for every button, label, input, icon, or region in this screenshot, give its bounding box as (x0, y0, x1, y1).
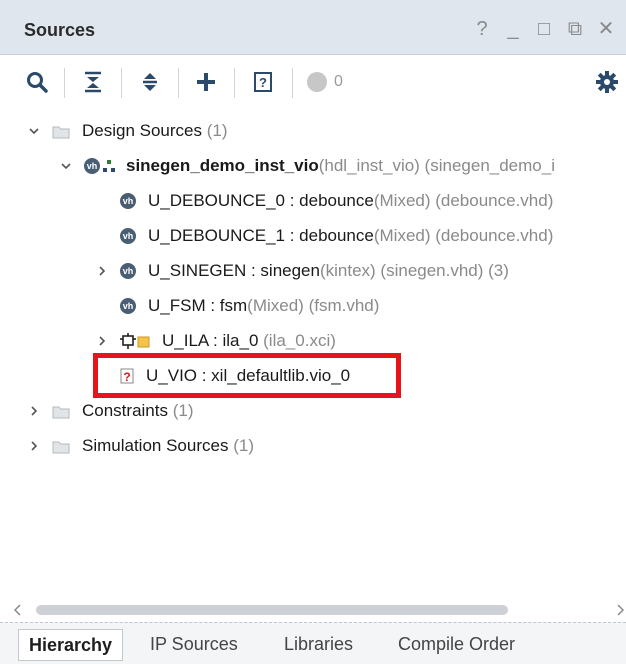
tree-item-fsm[interactable]: vh U_FSM : fsm (Mixed) (fsm.vhd) (120, 289, 379, 323)
toolbar-separator (121, 68, 122, 98)
tab-hierarchy[interactable]: Hierarchy (18, 629, 124, 661)
chevron-right-icon[interactable] (94, 333, 110, 349)
ip-core-icon (120, 333, 152, 349)
instance-label: U_FSM : fsm (148, 296, 248, 315)
tab-compile-order[interactable]: Compile Order (388, 629, 525, 659)
window-controls: ? _ □ ⧉ ✕ (472, 18, 616, 40)
svg-text:?: ? (259, 75, 267, 90)
toolbar-separator (64, 68, 65, 98)
toolbar-separator (234, 68, 235, 98)
tab-libraries[interactable]: Libraries (274, 629, 363, 659)
hierarchy-update-icon[interactable]: ? (248, 67, 278, 97)
chevron-down-icon[interactable] (58, 158, 74, 174)
search-icon[interactable] (22, 67, 52, 97)
tree-item-sinegen[interactable]: vh U_SINEGEN : sinegen (kintex) (sinegen.… (94, 254, 509, 288)
float-button[interactable]: ⧉ (565, 18, 585, 40)
scroll-right-icon[interactable] (616, 604, 624, 616)
instance-meta: (ila_0.xci) (263, 331, 336, 350)
instance-meta: (kintex) (sinegen.vhd) (3) (319, 261, 509, 280)
tree-item-label: Constraints (82, 401, 168, 420)
vhdl-file-icon: vh (84, 158, 100, 174)
tree-item-label: Simulation Sources (82, 436, 229, 455)
tree-item-debounce-0[interactable]: vh U_DEBOUNCE_0 : debounce (Mixed) (debou… (120, 184, 553, 218)
folder-icon (52, 439, 70, 454)
settings-gear-icon[interactable] (592, 67, 622, 97)
tree-item-top-module[interactable]: vh sinegen_demo_inst_vio (hdl_inst_vio) (… (58, 149, 555, 183)
folder-icon (52, 124, 70, 139)
tree-item-count: (1) (206, 121, 228, 140)
module-meta: (hdl_inst_vio) (sinegen_demo_i (318, 156, 555, 175)
chevron-right-icon[interactable] (94, 263, 110, 279)
help-button[interactable]: ? (472, 18, 492, 40)
tree-item-simulation-sources[interactable]: Simulation Sources (1) (26, 429, 254, 463)
minimize-button[interactable]: _ (503, 18, 523, 40)
top-module-icon (102, 159, 116, 173)
instance-label: U_DEBOUNCE_1 : debounce (148, 226, 374, 245)
vhdl-file-icon: vh (120, 193, 136, 209)
vhdl-file-icon: vh (120, 263, 136, 279)
close-button[interactable]: ✕ (596, 18, 616, 40)
instance-meta: (Mixed) (debounce.vhd) (373, 191, 554, 210)
collapse-all-icon[interactable] (78, 67, 108, 97)
expand-all-icon[interactable] (135, 67, 165, 97)
folder-icon (52, 404, 70, 419)
horizontal-scrollbar[interactable] (0, 600, 626, 618)
panel-titlebar: Sources ? _ □ ⧉ ✕ (0, 0, 626, 55)
chevron-right-icon[interactable] (26, 403, 42, 419)
vhdl-file-icon: vh (120, 298, 136, 314)
chevron-down-icon[interactable] (26, 123, 42, 139)
highlight-box (93, 353, 401, 398)
tree-item-debounce-1[interactable]: vh U_DEBOUNCE_1 : debounce (Mixed) (debou… (120, 219, 553, 253)
toolbar-separator (292, 68, 293, 98)
status-circle-icon (307, 72, 327, 92)
tree-item-constraints[interactable]: Constraints (1) (26, 394, 194, 428)
tree-item-count: (1) (233, 436, 254, 455)
vhdl-file-icon: vh (120, 228, 136, 244)
instance-label: U_ILA : ila_0 (162, 331, 259, 350)
panel-title: Sources (24, 20, 96, 40)
instance-meta: (Mixed) (fsm.vhd) (247, 296, 380, 315)
instance-label: U_SINEGEN : sinegen (148, 261, 320, 280)
bottom-tab-bar: Hierarchy IP Sources Libraries Compile O… (0, 622, 626, 664)
tree-item-count: (1) (172, 401, 194, 420)
status-count: 0 (334, 73, 343, 90)
module-name: sinegen_demo_inst_vio (126, 156, 319, 175)
tree-item-label: Design Sources (82, 121, 203, 140)
instance-label: U_DEBOUNCE_0 : debounce (148, 191, 374, 210)
scroll-left-icon[interactable] (14, 604, 22, 616)
scrollbar-thumb[interactable] (36, 605, 508, 615)
toolbar-separator (178, 68, 179, 98)
tab-ip-sources[interactable]: IP Sources (140, 629, 248, 659)
tree-item-design-sources[interactable]: Design Sources (1) (26, 114, 228, 148)
sources-tree: Design Sources (1) vh sinegen_demo_inst_… (0, 110, 626, 590)
sources-panel: Sources ? _ □ ⧉ ✕ ? 0 Design Sources (1)… (0, 0, 626, 664)
chevron-right-icon[interactable] (26, 438, 42, 454)
maximize-button[interactable]: □ (534, 18, 554, 40)
add-icon[interactable] (191, 67, 221, 97)
sources-toolbar: ? 0 (0, 55, 626, 110)
instance-meta: (Mixed) (debounce.vhd) (373, 226, 554, 245)
